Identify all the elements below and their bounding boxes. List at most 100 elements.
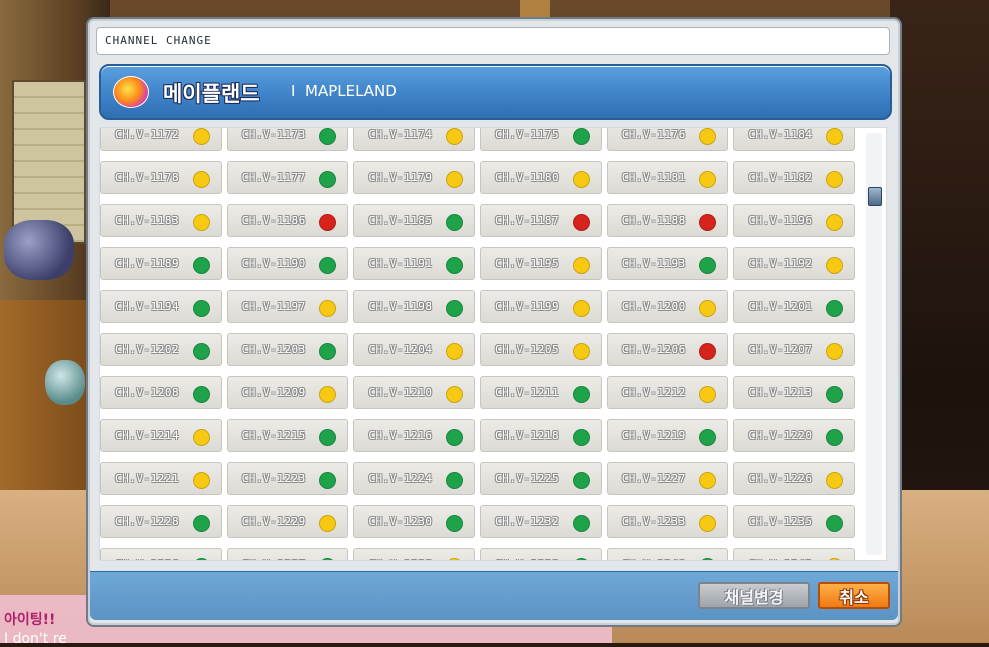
channel-status-yellow-icon — [572, 300, 590, 317]
channel-button[interactable]: CH.V-1195 — [480, 247, 602, 280]
channel-label: CH.V-1216 — [368, 429, 433, 442]
channel-button[interactable]: CH.V-1196 — [733, 204, 856, 237]
cancel-button[interactable]: 취소 — [818, 582, 890, 609]
dialog-titlebar[interactable]: CHANNEL CHANGE — [96, 27, 890, 55]
channel-button[interactable]: CH.V-1223 — [226, 462, 349, 495]
channel-button[interactable]: CH.V-1200 — [606, 290, 729, 323]
channel-button[interactable]: CH.V-1176 — [606, 128, 729, 151]
channel-button[interactable]: CH.V-1178 — [100, 161, 222, 194]
channel-button[interactable]: CH.V-1189 — [100, 247, 222, 280]
channel-button[interactable]: CH.V-1197 — [226, 290, 349, 323]
channel-button[interactable]: CH.V-1212 — [606, 376, 729, 409]
channel-button[interactable]: CH.V-1192 — [733, 247, 856, 280]
channel-button[interactable]: CH.V-1203 — [226, 333, 349, 366]
channel-label: CH.V-1219 — [621, 429, 686, 442]
channel-button[interactable]: CH.V-1199 — [480, 290, 602, 323]
channel-list-scrollbar[interactable] — [866, 133, 882, 555]
channel-label: CH.V-1190 — [241, 257, 306, 270]
channel-button[interactable]: CH.V-1211 — [480, 376, 602, 409]
channel-status-yellow-icon — [446, 128, 464, 145]
channel-button[interactable]: CH.V-1174 — [353, 128, 476, 151]
channel-status-green-icon — [319, 472, 337, 489]
channel-status-red-icon — [319, 214, 337, 231]
channel-button[interactable]: CH.V-1210 — [353, 376, 476, 409]
channel-button[interactable]: CH.V-1235 — [733, 505, 856, 538]
channel-label: CH.V-1179 — [368, 171, 433, 184]
channel-status-green-icon — [319, 257, 337, 274]
channel-button[interactable]: CH.V-1186 — [226, 204, 349, 237]
channel-label: CH.V-1214 — [115, 429, 180, 442]
channel-button[interactable]: CH.V-1198 — [353, 290, 476, 323]
channel-button[interactable]: CH.V-1182 — [733, 161, 856, 194]
channel-button[interactable]: CH.V-1228 — [100, 505, 222, 538]
channel-button[interactable]: CH.V-1205 — [480, 333, 602, 366]
channel-button[interactable]: CH.V-1172 — [100, 128, 222, 151]
channel-status-red-icon — [572, 214, 590, 231]
channel-button[interactable]: CH.V-1213 — [733, 376, 856, 409]
channel-button[interactable]: CH.V-1202 — [100, 333, 222, 366]
channel-button[interactable]: CH.V-1191 — [353, 247, 476, 280]
channel-status-green-icon — [572, 558, 590, 560]
channel-button[interactable]: CH.V-1185 — [353, 204, 476, 237]
channel-button[interactable]: CH.V-1239 — [480, 548, 602, 560]
channel-button[interactable]: CH.V-1226 — [733, 462, 856, 495]
channel-button[interactable]: CH.V-1236 — [100, 548, 222, 560]
channel-status-yellow-icon — [826, 558, 844, 560]
channel-button[interactable]: CH.V-1183 — [100, 204, 222, 237]
channel-button[interactable]: CH.V-1237 — [226, 548, 349, 560]
channel-button[interactable]: CH.V-1180 — [480, 161, 602, 194]
channel-button[interactable]: CH.V-1230 — [353, 505, 476, 538]
channel-button[interactable]: CH.V-1190 — [226, 247, 349, 280]
channel-label: CH.V-1176 — [621, 128, 686, 141]
channel-button[interactable]: CH.V-1225 — [480, 462, 602, 495]
channel-button[interactable]: CH.V-1208 — [100, 376, 222, 409]
channel-button[interactable]: CH.V-1242 — [733, 548, 856, 560]
world-logo-icon — [113, 76, 149, 108]
channel-button[interactable]: CH.V-1218 — [480, 419, 602, 452]
channel-label: CH.V-1233 — [621, 515, 686, 528]
channel-button[interactable]: CH.V-1188 — [606, 204, 729, 237]
change-channel-button[interactable]: 채널변경 — [698, 582, 810, 609]
channel-button[interactable]: CH.V-1184 — [733, 128, 856, 151]
channel-status-green-icon — [192, 257, 210, 274]
channel-button[interactable]: CH.V-1194 — [100, 290, 222, 323]
channel-button[interactable]: CH.V-1216 — [353, 419, 476, 452]
channel-button[interactable]: CH.V-1229 — [226, 505, 349, 538]
channel-button[interactable]: CH.V-1173 — [226, 128, 349, 151]
channel-button[interactable]: CH.V-1233 — [606, 505, 729, 538]
channel-status-yellow-icon — [699, 128, 717, 145]
channel-button[interactable]: CH.V-1238 — [353, 548, 476, 560]
channel-button[interactable]: CH.V-1179 — [353, 161, 476, 194]
channel-button[interactable]: CH.V-1224 — [353, 462, 476, 495]
channel-button[interactable]: CH.V-1219 — [606, 419, 729, 452]
channel-button[interactable]: CH.V-1204 — [353, 333, 476, 366]
channel-button[interactable]: CH.V-1209 — [226, 376, 349, 409]
scrollbar-thumb[interactable] — [868, 187, 882, 206]
channel-status-green-icon — [826, 515, 844, 532]
channel-status-green-icon — [826, 429, 844, 446]
channel-row: CH.V-1189 CH.V-1190 CH.V-1191 CH.V-1195 CH.V… — [100, 245, 860, 288]
channel-button[interactable]: CH.V-1181 — [606, 161, 729, 194]
channel-status-green-icon — [699, 257, 717, 274]
channel-button[interactable]: CH.V-1175 — [480, 128, 602, 151]
channel-button[interactable]: CH.V-1220 — [733, 419, 856, 452]
channel-list[interactable]: CH.V-1172 CH.V-1173 CH.V-1174 CH.V-1175 CH.V… — [99, 127, 887, 561]
channel-status-green-icon — [572, 429, 590, 446]
channel-button[interactable]: CH.V-1187 — [480, 204, 602, 237]
channel-status-yellow-icon — [826, 171, 844, 188]
channel-button[interactable]: CH.V-1201 — [733, 290, 856, 323]
channel-label: CH.V-1220 — [748, 429, 813, 442]
channel-status-yellow-icon — [826, 214, 844, 231]
channel-button[interactable]: CH.V-1193 — [606, 247, 729, 280]
channel-button[interactable]: CH.V-1177 — [226, 161, 349, 194]
channel-button[interactable]: CH.V-1240 — [606, 548, 729, 560]
channel-button[interactable]: CH.V-1232 — [480, 505, 602, 538]
channel-button[interactable]: CH.V-1227 — [606, 462, 729, 495]
channel-button[interactable]: CH.V-1215 — [226, 419, 349, 452]
channel-status-yellow-icon — [446, 558, 464, 560]
channel-button[interactable]: CH.V-1214 — [100, 419, 222, 452]
channel-button[interactable]: CH.V-1206 — [606, 333, 729, 366]
channel-button[interactable]: CH.V-1207 — [733, 333, 856, 366]
channel-button[interactable]: CH.V-1221 — [100, 462, 222, 495]
channel-change-dialog: CHANNEL CHANGE 메이플랜드 I MAPLELAND CH.V-11… — [86, 17, 902, 627]
